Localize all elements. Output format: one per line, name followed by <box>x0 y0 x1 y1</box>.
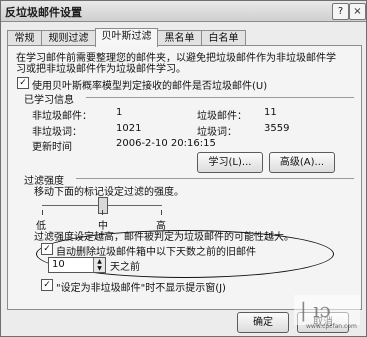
non-spam-mail-value: 1 <box>116 107 123 118</box>
updated-time-label: 更新时间 <box>32 142 72 153</box>
title-bar: 反垃圾邮件设置 ? × <box>1 1 366 22</box>
days-suffix: 天之前 <box>110 262 140 273</box>
close-icon[interactable]: × <box>349 3 366 20</box>
bayes-panel: 在学习邮件前需要整理您的邮件夹，以避免把垃圾邮件作为非垃圾邮件学 习或把非垃圾邮… <box>7 45 362 310</box>
tab-bayesian-filter[interactable]: 贝叶斯过滤 <box>95 28 158 47</box>
learned-info-title: 已学习信息 <box>24 95 74 106</box>
ok-button[interactable]: 确定 <box>237 312 289 333</box>
spam-mail-value: 11 <box>264 107 277 118</box>
non-spam-mail-label: 非垃圾邮件： <box>32 111 92 122</box>
intro-line-2: 习或把非垃圾邮件作为垃圾邮件学习。 <box>16 64 186 75</box>
non-spam-words-value: 1021 <box>116 123 142 134</box>
help-icon[interactable]: ? <box>332 3 349 20</box>
advanced-button[interactable]: 高级(A)... <box>269 152 335 173</box>
no-prompt-label[interactable]: "设定为非垃圾邮件"时不显示提示窗(J) <box>56 279 226 294</box>
filter-slider[interactable] <box>42 195 162 217</box>
auto-delete-checkbox[interactable]: ✓ <box>41 243 53 255</box>
no-prompt-checkbox[interactable]: ✓ <box>41 279 53 291</box>
spin-arrows-icon[interactable]: ▲ ▼ <box>93 258 105 272</box>
dialog-title: 反垃圾邮件设置 <box>5 6 82 19</box>
tab-whitelist[interactable]: 白名单 <box>201 30 246 46</box>
filter-strength-divider <box>76 178 354 179</box>
spam-words-label: 垃圾词： <box>197 127 237 138</box>
learned-info-divider <box>86 97 354 98</box>
auto-delete-label[interactable]: 自动删除垃圾邮件箱中以下天数之前的旧邮件 <box>56 243 256 258</box>
dialog-window: 反垃圾邮件设置 ? × 常规 规则过滤 贝叶斯过滤 黑名单 白名单 在学习邮件前… <box>0 0 367 337</box>
slider-tick-high <box>161 210 162 215</box>
tab-rule-filter[interactable]: 规则过滤 <box>41 30 96 46</box>
learn-button[interactable]: 学习(L)... <box>197 152 263 173</box>
site-watermark: | ıɔ www.cpcfan.com <box>292 293 362 333</box>
use-bayes-label[interactable]: 使用贝叶斯概率模型判定接收的邮件是否垃圾邮件(U) <box>32 77 267 92</box>
spam-mail-label: 垃圾邮件： <box>197 111 247 122</box>
tab-blacklist[interactable]: 黑名单 <box>157 30 202 46</box>
spam-words-value: 3559 <box>264 123 290 134</box>
non-spam-words-label: 非垃圾词： <box>32 127 82 138</box>
tab-general[interactable]: 常规 <box>7 30 42 46</box>
updated-time-value: 2006-2-10 20:16:15 <box>116 138 216 149</box>
slider-thumb[interactable] <box>98 197 108 214</box>
days-value: 10 <box>52 259 65 270</box>
slider-tick-low <box>42 210 43 215</box>
svg-text:| ıɔ: | ıɔ <box>300 298 331 323</box>
watermark-text: www.cpcfan.com <box>306 323 357 330</box>
slider-tick-mid <box>102 210 103 215</box>
use-bayes-checkbox[interactable]: ✓ <box>17 77 29 89</box>
days-stepper[interactable]: 10 ▲ ▼ <box>48 257 106 273</box>
